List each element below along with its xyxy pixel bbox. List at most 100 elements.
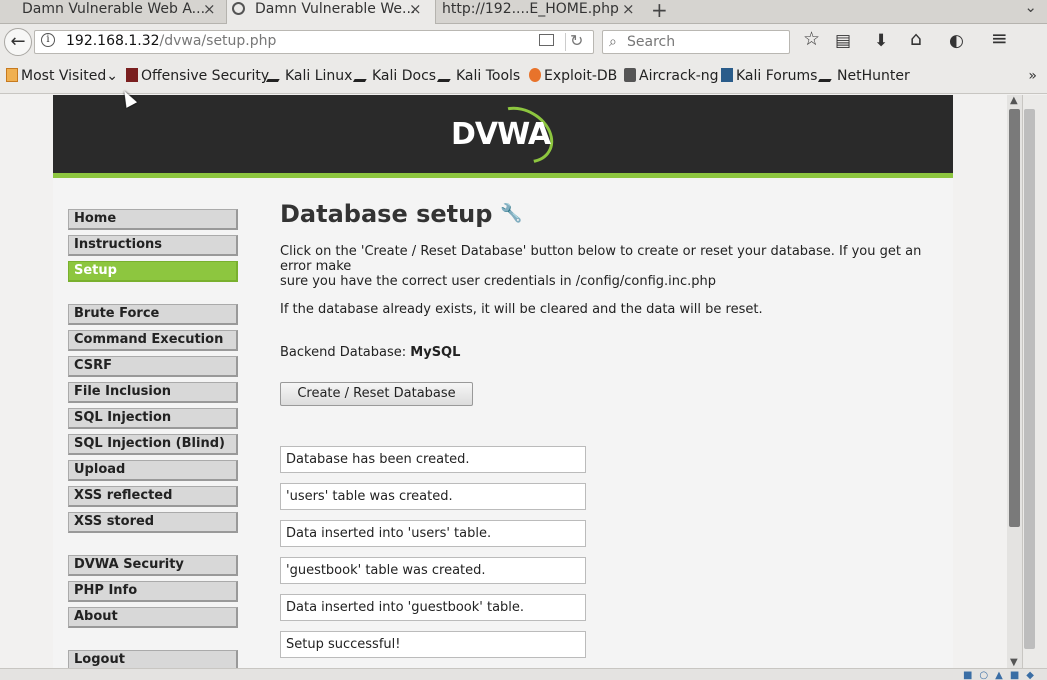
intro-line-1: Click on the 'Create / Reset Database' b… xyxy=(280,244,922,274)
intro-line-2: sure you have the correct user credentia… xyxy=(280,274,717,289)
scroll-down-icon[interactable]: ▼ xyxy=(1010,657,1018,668)
menu-item-brute-force[interactable]: Brute Force xyxy=(68,304,238,325)
close-icon[interactable]: × xyxy=(622,0,635,18)
backend-value: MySQL xyxy=(410,345,461,360)
bookmark-kali-docs[interactable]: Kali Docs xyxy=(352,68,437,84)
forums-icon xyxy=(721,68,733,82)
bookmark-label: Most Visited xyxy=(21,68,107,84)
main-content: Database setup 🔧 Click on the 'Create / R… xyxy=(280,200,930,668)
setup-messages: Database has been created. 'users' table… xyxy=(280,446,930,658)
create-reset-database-button[interactable]: Create / Reset Database xyxy=(280,382,473,406)
scrollbar-thumb[interactable] xyxy=(1009,109,1020,527)
bookmark-label: Aircrack-ng xyxy=(639,68,719,84)
bookmark-star-icon[interactable]: ☆ xyxy=(803,29,820,49)
menu-item-xss-reflected[interactable]: XSS reflected xyxy=(68,486,238,507)
tab-strip: Damn Vulnerable Web A... × Damn Vulnerab… xyxy=(0,0,1047,24)
bookmark-label: NetHunter xyxy=(837,68,910,84)
message-box: Setup successful! xyxy=(280,631,586,658)
bookmark-kali-tools[interactable]: Kali Tools xyxy=(436,68,520,84)
message-box: Database has been created. xyxy=(280,446,586,473)
menu-item-sql-injection-blind[interactable]: SQL Injection (Blind) xyxy=(68,434,238,455)
bookmark-nethunter[interactable]: NetHunter xyxy=(817,68,910,84)
reload-icon[interactable]: ↻ xyxy=(570,31,583,50)
menu-item-command-execution[interactable]: Command Execution xyxy=(68,330,238,351)
exploitdb-icon xyxy=(529,68,541,82)
menu-item-xss-stored[interactable]: XSS stored xyxy=(68,512,238,533)
menu-item-home[interactable]: Home xyxy=(68,209,238,230)
tray-icon[interactable]: ■ xyxy=(1010,670,1026,680)
bookmark-label: Kali Linux xyxy=(285,68,353,84)
info-icon[interactable]: i xyxy=(41,33,55,47)
search-bar[interactable]: ⌕ Search xyxy=(602,30,790,54)
new-tab-icon[interactable]: + xyxy=(651,0,668,22)
bookmark-label: Kali Docs xyxy=(372,68,437,84)
backend-label: Backend Database: xyxy=(280,345,407,360)
menu-item-about[interactable]: About xyxy=(68,607,238,628)
reading-list-icon[interactable]: ▤ xyxy=(835,31,851,51)
tray-icon[interactable]: ◆ xyxy=(1026,670,1041,680)
bookmarks-overflow-icon[interactable]: » xyxy=(1028,68,1037,84)
menu-item-upload[interactable]: Upload xyxy=(68,460,238,481)
home-icon[interactable]: ⌂ xyxy=(910,29,922,49)
hamburger-menu-icon[interactable]: ≡ xyxy=(991,28,1008,48)
tab-label: http://192....E_HOME.php xyxy=(442,1,619,17)
url-separator xyxy=(565,33,566,51)
tab-list-icon[interactable]: ⌄ xyxy=(1024,0,1037,16)
wrench-icon: 🔧 xyxy=(500,203,523,224)
search-input[interactable]: Search xyxy=(627,34,675,50)
menu-item-logout[interactable]: Logout xyxy=(68,650,238,668)
tray-icon[interactable]: ▲ xyxy=(995,670,1010,680)
message-box: Data inserted into 'guestbook' table. xyxy=(280,594,586,621)
bookmarks-toolbar: Most Visited⌄ Offensive Security Kali Li… xyxy=(0,60,1047,94)
folder-icon xyxy=(6,68,18,82)
tab-dvwa-2[interactable]: Damn Vulnerable We... × xyxy=(226,0,436,24)
offsec-icon xyxy=(126,68,138,82)
menu-gap xyxy=(68,538,238,555)
menu-item-php-info[interactable]: PHP Info xyxy=(68,581,238,602)
clear-note: If the database already exists, it will … xyxy=(280,302,763,317)
close-icon[interactable]: × xyxy=(203,0,216,18)
back-button[interactable]: ← xyxy=(4,28,32,56)
url-bar[interactable]: i 192.168.1.32/dvwa/setup.php ↻ xyxy=(34,30,594,54)
url-path: /dvwa/setup.php xyxy=(159,33,277,49)
url-text: 192.168.1.32/dvwa/setup.php xyxy=(66,33,276,49)
menu-item-csrf[interactable]: CSRF xyxy=(68,356,238,377)
menu-item-instructions[interactable]: Instructions xyxy=(68,235,238,256)
scroll-up-icon[interactable]: ▲ xyxy=(1010,95,1018,106)
dvwa-page: DVWA Home Instructions Setup Brute Force… xyxy=(53,95,953,668)
bookmark-aircrack-ng[interactable]: Aircrack-ng xyxy=(624,68,719,84)
bookmark-most-visited[interactable]: Most Visited⌄ xyxy=(6,68,118,84)
bookmark-label: Kali Forums xyxy=(736,68,818,84)
page-viewport: DVWA Home Instructions Setup Brute Force… xyxy=(0,95,1022,668)
tab-label: Damn Vulnerable We... xyxy=(255,1,416,17)
reader-view-icon[interactable] xyxy=(539,34,554,46)
aircrack-icon xyxy=(624,68,636,82)
tab-home-php[interactable]: http://192....E_HOME.php × xyxy=(438,0,644,24)
pocket-icon[interactable]: ◐ xyxy=(949,31,964,51)
tray-icon[interactable]: ■ xyxy=(963,670,979,680)
window-scrollbar-thumb[interactable] xyxy=(1024,109,1035,649)
backend-database: Backend Database: MySQL xyxy=(280,345,930,360)
page-scrollbar[interactable]: ▲ ▼ xyxy=(1007,95,1022,668)
message-box: 'guestbook' table was created. xyxy=(280,557,586,584)
bookmark-label: Offensive Security xyxy=(141,68,270,84)
tab-dvwa-1[interactable]: Damn Vulnerable Web A... × xyxy=(0,0,222,24)
tray-icon[interactable]: ○ xyxy=(979,670,995,680)
window-scrollbar[interactable] xyxy=(1022,95,1047,668)
dvwa-logo[interactable]: DVWA xyxy=(451,95,564,175)
download-icon[interactable]: ⬇ xyxy=(874,31,888,51)
close-icon[interactable]: × xyxy=(409,0,422,18)
bookmark-kali-forums[interactable]: Kali Forums xyxy=(721,68,817,84)
bookmark-kali-linux[interactable]: Kali Linux xyxy=(265,68,353,84)
menu-item-file-inclusion[interactable]: File Inclusion xyxy=(68,382,238,403)
menu-gap xyxy=(68,633,238,650)
tab-label: Damn Vulnerable Web A... xyxy=(22,1,206,17)
url-host: 192.168.1.32 xyxy=(66,33,160,49)
menu-item-dvwa-security[interactable]: DVWA Security xyxy=(68,555,238,576)
bookmark-offensive-security[interactable]: Offensive Security xyxy=(126,68,269,84)
menu-item-sql-injection[interactable]: SQL Injection xyxy=(68,408,238,429)
menu-item-setup[interactable]: Setup xyxy=(68,261,238,282)
bookmark-exploit-db[interactable]: Exploit-DB xyxy=(529,68,617,84)
navigation-bar: ← i 192.168.1.32/dvwa/setup.php ↻ ⌕ Sear… xyxy=(0,24,1047,60)
dvwa-header: DVWA xyxy=(53,95,953,178)
